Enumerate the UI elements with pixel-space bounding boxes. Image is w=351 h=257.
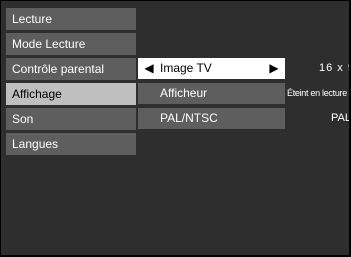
submenu: ◀ Image TV ▶ Afficheur PAL/NTSC bbox=[138, 58, 285, 133]
value-afficheur: Éteint en lecture bbox=[287, 88, 347, 98]
submenu-item-afficheur[interactable]: Afficheur bbox=[138, 83, 285, 104]
arrow-left-icon[interactable]: ◀ bbox=[142, 58, 156, 79]
submenu-item-pal-ntsc[interactable]: PAL/NTSC bbox=[138, 108, 285, 129]
value-pal-ntsc: PAL bbox=[331, 112, 349, 124]
submenu-item-label: Afficheur bbox=[160, 86, 208, 100]
menu-item-lecture[interactable]: Lecture bbox=[6, 8, 136, 30]
value-image-tv: 16 x 9 bbox=[319, 62, 349, 74]
submenu-item-image-tv[interactable]: ◀ Image TV ▶ bbox=[138, 58, 285, 79]
menu-item-son[interactable]: Son bbox=[6, 108, 136, 130]
menu-item-controle-parental[interactable]: Contrôle parental bbox=[6, 58, 136, 80]
menu-item-langues[interactable]: Langues bbox=[6, 133, 136, 155]
setting-values: 16 x 9 Éteint en lecture PAL bbox=[285, 58, 349, 133]
menu-item-affichage[interactable]: Affichage bbox=[6, 83, 136, 105]
arrow-right-icon[interactable]: ▶ bbox=[267, 58, 281, 79]
menu-item-mode-lecture[interactable]: Mode Lecture bbox=[6, 33, 136, 55]
main-menu: Lecture Mode Lecture Contrôle parental A… bbox=[6, 8, 136, 158]
submenu-item-label: PAL/NTSC bbox=[160, 111, 218, 125]
dvd-settings-screen: Lecture Mode Lecture Contrôle parental A… bbox=[1, 1, 349, 255]
submenu-item-label: Image TV bbox=[160, 61, 212, 75]
